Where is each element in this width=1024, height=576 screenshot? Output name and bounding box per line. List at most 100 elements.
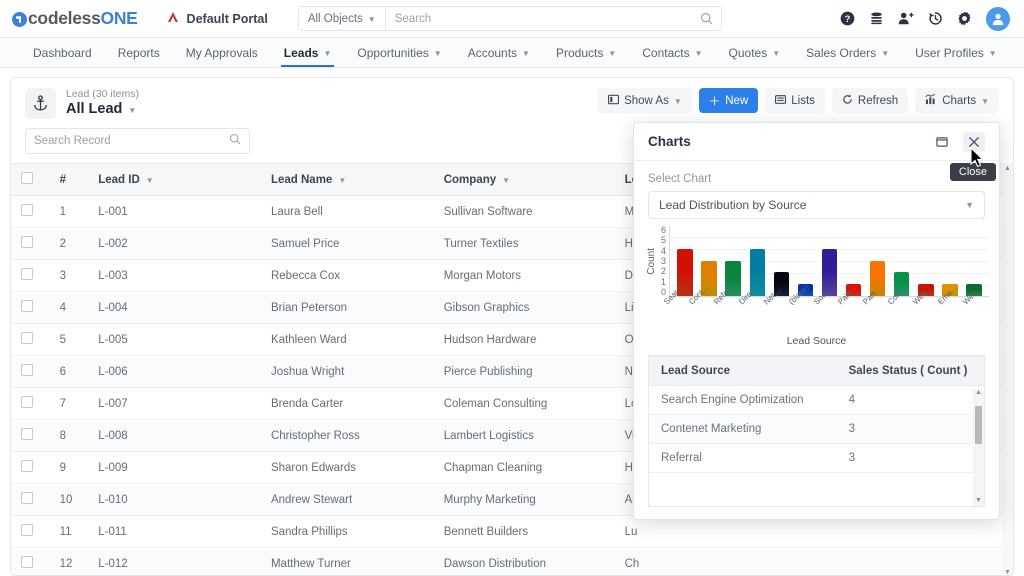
chart-row: Count 6543210	[644, 225, 989, 298]
y-tick: 2	[660, 266, 666, 277]
cell-company: Morgan Motors	[433, 259, 615, 292]
new-button[interactable]: ＋ New	[698, 88, 759, 113]
cell-lead-id: L-008	[88, 419, 261, 452]
chevron-down-icon: ▼	[988, 49, 997, 58]
nav-item-label: Quotes	[728, 45, 768, 60]
search-icon[interactable]	[700, 12, 721, 25]
row-checkbox[interactable]	[21, 332, 33, 344]
nav-item-label: Opportunities	[357, 45, 429, 60]
toolbar: Show As ▼ ＋ New Lists Refresh Charts ▼	[598, 88, 999, 113]
charts-label: Charts	[942, 94, 977, 107]
main-scrollbar[interactable]: ▲ ▼	[1002, 163, 1013, 575]
column-header-lead-name[interactable]: Lead Name ▼	[260, 163, 434, 196]
row-checkbox[interactable]	[21, 524, 33, 536]
scroll-down-icon[interactable]: ▼	[975, 497, 982, 504]
cell-company: Coleman Consulting	[433, 387, 615, 420]
row-checkbox[interactable]	[21, 396, 33, 408]
database-icon[interactable]	[869, 11, 884, 26]
row-checkbox[interactable]	[21, 492, 33, 504]
chart-select-dropdown[interactable]: Lead Distribution by Source ▼	[648, 191, 985, 219]
sort-icon: ▼	[502, 175, 511, 185]
nav-item-user-profiles[interactable]: User Profiles ▼	[902, 38, 1010, 67]
maximize-icon[interactable]	[931, 132, 953, 152]
nav-item-reports[interactable]: Reports	[105, 38, 173, 67]
gear-icon[interactable]	[957, 11, 972, 26]
cell-index: 4	[49, 291, 89, 324]
nav-item-sales-orders[interactable]: Sales Orders ▼	[793, 38, 902, 67]
avatar[interactable]	[986, 6, 1010, 31]
cell-index: 2	[49, 227, 89, 260]
row-select-cell	[11, 323, 50, 356]
cell-lead-id: L-002	[88, 227, 261, 260]
chart-table-head: Lead Source Sales Status ( Count )	[649, 356, 984, 386]
app-logo[interactable]: codeless ONE	[12, 8, 138, 29]
nav-item-quotes[interactable]: Quotes ▼	[716, 38, 794, 67]
chart-table-scrollbar[interactable]: ▲ ▼	[973, 389, 984, 506]
nav-item-label: My Approvals	[185, 45, 258, 60]
scroll-up-icon[interactable]: ▲	[1004, 165, 1011, 172]
cell-lead-id: L-012	[88, 547, 261, 575]
chart-x-tick-labels: Search ... Contene... Referral Direct ... Ne…	[659, 282, 991, 335]
record-search-input[interactable]	[34, 135, 229, 147]
search-icon[interactable]	[229, 132, 241, 150]
nav-item-contacts[interactable]: Contacts ▼	[629, 38, 715, 67]
search-input[interactable]	[385, 7, 700, 30]
record-search[interactable]	[25, 128, 250, 154]
row-checkbox[interactable]	[21, 204, 33, 216]
chart-cell-count: 3	[836, 443, 984, 473]
global-search[interactable]: All Objects ▼	[297, 6, 722, 31]
history-icon[interactable]	[928, 11, 943, 26]
row-checkbox[interactable]	[21, 428, 33, 440]
row-select-cell	[11, 387, 50, 420]
row-checkbox[interactable]	[21, 556, 33, 568]
column-label: Lead Name	[270, 173, 333, 186]
top-icon-group: ?	[840, 6, 1012, 31]
cell-lead-name: Christopher Ross	[260, 419, 434, 452]
nav-item-products[interactable]: Products ▼	[543, 38, 629, 67]
row-checkbox[interactable]	[21, 460, 33, 472]
help-icon[interactable]: ?	[840, 11, 855, 26]
add-user-icon[interactable]	[898, 11, 914, 26]
charts-icon	[925, 93, 937, 108]
nav-item-leads[interactable]: Leads ▼	[271, 38, 345, 67]
chart-cell-count: 4	[836, 385, 984, 415]
cell-company: Dawson Distribution	[433, 547, 615, 575]
show-as-icon	[608, 94, 620, 108]
refresh-button[interactable]: Refresh	[831, 88, 909, 113]
nav-item-my-approvals[interactable]: My Approvals	[173, 38, 271, 67]
select-all-checkbox[interactable]	[21, 172, 33, 184]
column-header-lead-id[interactable]: Lead ID ▼	[88, 163, 261, 196]
row-checkbox[interactable]	[21, 364, 33, 376]
page-title[interactable]: All Lead ▼	[66, 101, 139, 117]
chevron-down-icon: ▼	[367, 15, 376, 24]
nav-item-accounts[interactable]: Accounts ▼	[455, 38, 543, 67]
row-select-cell	[11, 483, 50, 516]
column-header-company[interactable]: Company ▼	[433, 163, 615, 196]
scroll-down-icon[interactable]: ▼	[1004, 569, 1011, 575]
cell-lead-name: Laura Bell	[260, 195, 434, 228]
scroll-up-icon[interactable]: ▲	[975, 389, 982, 396]
row-checkbox[interactable]	[21, 268, 33, 280]
scroll-thumb[interactable]	[975, 406, 982, 444]
column-label: Company	[443, 173, 497, 186]
chevron-down-icon: ▼	[965, 200, 974, 210]
chart-area: Count 6543210 Search ... Contene... Referr…	[634, 219, 999, 347]
cell-lead-id: L-004	[88, 291, 261, 324]
cell-company: Gibson Graphics	[433, 291, 615, 324]
search-scope-dropdown[interactable]: All Objects ▼	[299, 7, 385, 30]
cell-lead-id: L-011	[88, 515, 261, 548]
nav-item-dashboard[interactable]: Dashboard	[20, 38, 105, 67]
row-checkbox[interactable]	[21, 300, 33, 312]
chevron-down-icon: ▼	[608, 49, 617, 58]
portal-selector[interactable]: Default Portal	[166, 11, 268, 26]
show-as-button[interactable]: Show As ▼	[598, 88, 692, 113]
svg-text:?: ?	[845, 14, 851, 24]
chart-col-count: Sales Status ( Count )	[836, 356, 984, 386]
column-header-index[interactable]: #	[49, 163, 89, 196]
nav-item-opportunities[interactable]: Opportunities ▼	[344, 38, 454, 67]
table-row[interactable]: 11 L-011 Sandra Phillips Bennett Builders Lu	[11, 515, 1013, 548]
lists-button[interactable]: Lists	[765, 88, 825, 113]
charts-button[interactable]: Charts ▼	[915, 88, 999, 113]
table-row[interactable]: 12 L-012 Matthew Turner Dawson Distribution…	[11, 547, 1013, 575]
row-checkbox[interactable]	[21, 236, 33, 248]
